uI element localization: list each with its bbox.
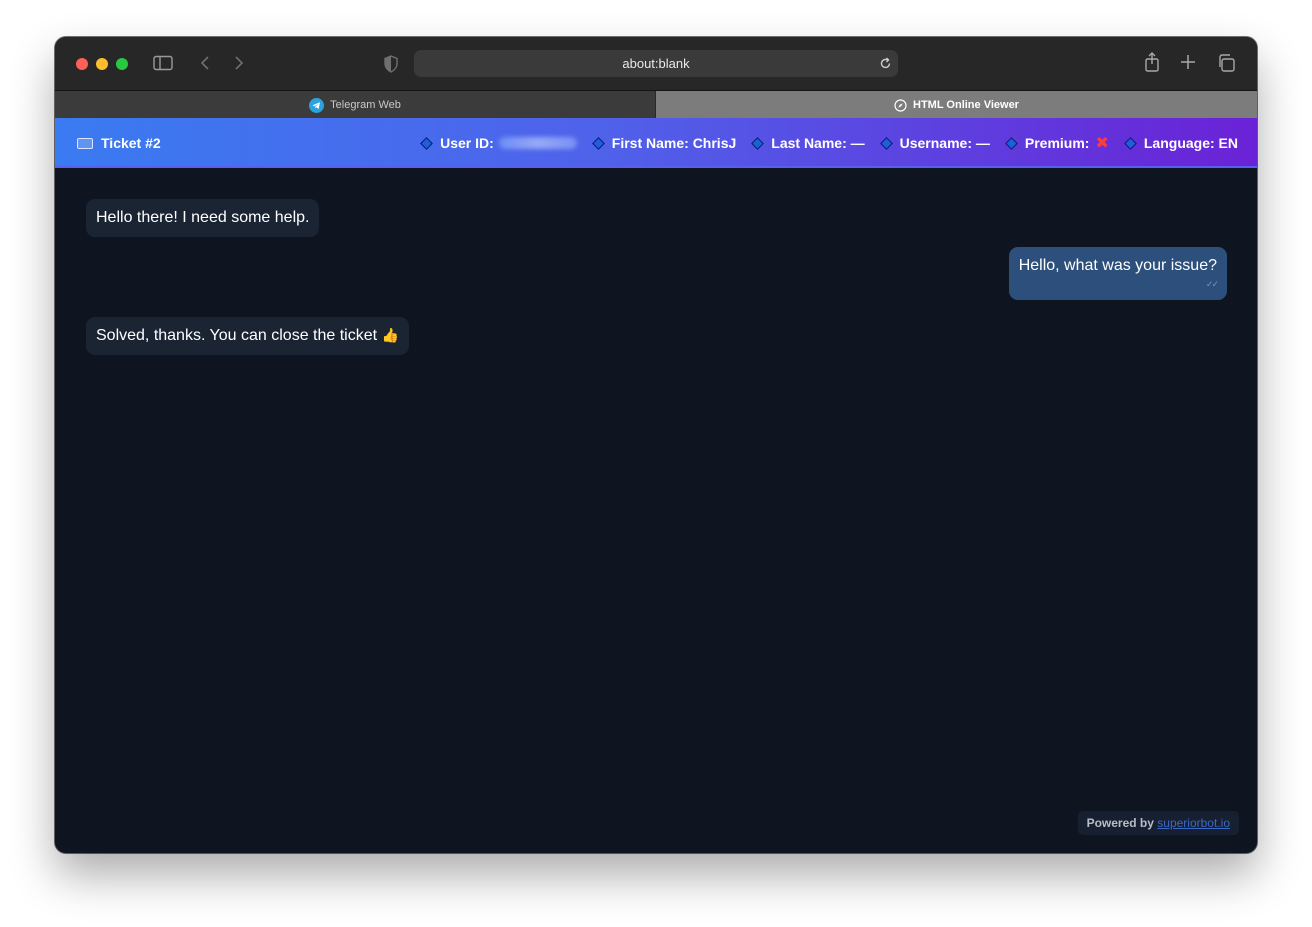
cross-mark-icon: ✖ <box>1095 135 1109 152</box>
privacy-shield-icon[interactable] <box>383 55 399 73</box>
diamond-icon <box>1005 136 1018 150</box>
zoom-window-button[interactable] <box>116 58 128 70</box>
message-incoming: Hello there! I need some help. <box>86 199 320 237</box>
ticket-header: Ticket #2 User ID: First Name: ChrisJ La… <box>55 118 1257 168</box>
minimize-window-button[interactable] <box>96 58 108 70</box>
meta-first-name: First Name: ChrisJ <box>591 135 737 151</box>
diamond-icon <box>751 136 765 150</box>
tab-html-online-viewer[interactable]: HTML Online Viewer <box>655 91 1257 119</box>
address-bar[interactable]: about:blank <box>414 50 898 77</box>
user-id-label: User ID: <box>440 135 494 151</box>
diamond-icon <box>879 136 893 150</box>
user-id-redacted <box>498 137 577 149</box>
tab-overview-icon[interactable] <box>1217 54 1235 72</box>
thumbs-up-icon: 👍 <box>381 327 399 343</box>
tab-label: HTML Online Viewer <box>913 99 1019 111</box>
share-icon[interactable] <box>1144 52 1160 72</box>
meta-language: Language: EN <box>1124 135 1238 151</box>
message-outgoing: Hello, what was your issue? ✓✓ <box>1008 247 1227 300</box>
browser-toolbar: about:blank <box>55 37 1257 90</box>
telegram-icon <box>309 97 325 113</box>
back-icon[interactable] <box>198 55 212 71</box>
close-window-button[interactable] <box>76 58 88 70</box>
message-text: Hello there! I need some help. <box>96 209 310 226</box>
diamond-icon <box>591 136 605 150</box>
last-name-text: Last Name: — <box>771 135 865 151</box>
message-text: Solved, thanks. You can close the ticket <box>96 327 378 344</box>
username-text: Username: — <box>899 135 990 151</box>
ticket-title: Ticket #2 <box>77 118 161 168</box>
powered-by-badge: Powered by superiorbot.io <box>1077 811 1239 835</box>
address-text: about:blank <box>622 56 690 71</box>
powered-by-label: Powered by <box>1086 816 1154 830</box>
premium-label: Premium: <box>1024 135 1090 151</box>
browser-window: about:blank Telegram Web HTML Online Vie… <box>55 37 1257 853</box>
reload-icon[interactable] <box>879 57 892 70</box>
message-text: Hello, what was your issue? <box>1018 257 1217 274</box>
superiorbot-link[interactable]: superiorbot.io <box>1157 816 1230 830</box>
read-check-icon: ✓✓ <box>1205 279 1219 289</box>
ticket-title-text: Ticket #2 <box>101 135 161 151</box>
compass-icon <box>894 98 907 112</box>
meta-premium: Premium: ✖ <box>1005 133 1109 153</box>
meta-last-name: Last Name: — <box>751 135 865 151</box>
meta-user-id: User ID: <box>420 135 577 151</box>
ticket-icon <box>77 137 93 149</box>
meta-username: Username: — <box>879 135 990 151</box>
diamond-icon <box>420 136 433 150</box>
tab-telegram-web[interactable]: Telegram Web <box>55 91 655 119</box>
user-meta: User ID: First Name: ChrisJ Last Name: —… <box>420 118 1238 168</box>
first-name-text: First Name: ChrisJ <box>611 135 737 151</box>
diamond-icon <box>1124 136 1137 150</box>
new-tab-icon[interactable] <box>1180 54 1196 70</box>
sidebar-toggle-icon[interactable] <box>153 55 173 71</box>
chat-area: Hello there! I need some help. Hello, wh… <box>55 170 1257 853</box>
tab-label: Telegram Web <box>330 99 401 111</box>
language-text: Language: EN <box>1143 135 1238 151</box>
message-incoming: Solved, thanks. You can close the ticket… <box>86 317 409 355</box>
tab-bar: Telegram Web HTML Online Viewer <box>55 90 1257 119</box>
forward-icon[interactable] <box>232 55 246 71</box>
